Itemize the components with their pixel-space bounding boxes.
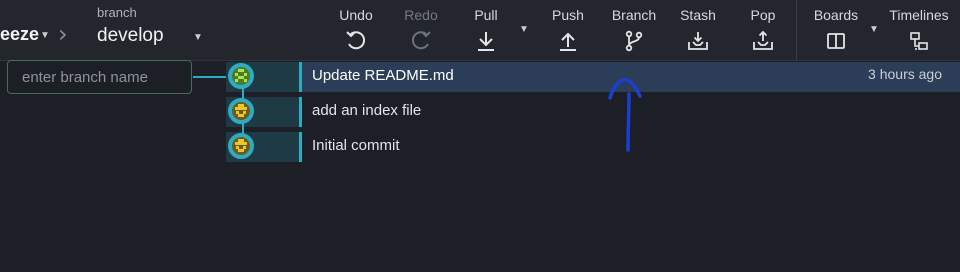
commit-message: Initial commit (312, 137, 400, 154)
boards-button[interactable]: Boards (808, 0, 864, 60)
timelines-label: Timelines (889, 7, 949, 23)
identicon-icon (235, 139, 247, 152)
current-branch[interactable]: develop (97, 25, 164, 47)
commit-time: 3 hours ago (868, 66, 942, 82)
stash-label: Stash (680, 7, 716, 23)
stash-button[interactable]: Stash (676, 0, 720, 60)
pull-icon (478, 32, 494, 51)
branch-icon (625, 30, 643, 52)
commit-avatar-icon[interactable] (228, 98, 254, 124)
redo-label: Redo (404, 7, 438, 23)
identicon-icon (235, 69, 247, 82)
timelines-icon (910, 32, 928, 50)
row-accent (299, 132, 302, 162)
breadcrumb-separator-icon: › (58, 20, 68, 48)
redo-button[interactable]: Redo (398, 0, 444, 60)
undo-button[interactable]: Undo (333, 0, 379, 60)
pop-button[interactable]: Pop (743, 0, 783, 60)
timelines-button[interactable]: Timelines (884, 0, 954, 60)
toolbar: eeze ▼ › branch develop ▼ Undo Redo Pull… (0, 0, 960, 61)
boards-options-chevron-down-icon[interactable]: ▼ (869, 24, 879, 35)
undo-icon (346, 31, 366, 50)
branch-name-input[interactable] (7, 60, 192, 94)
toolbar-divider (796, 0, 797, 60)
push-label: Push (552, 7, 584, 23)
branch-label: Branch (611, 7, 657, 23)
row-accent (299, 97, 302, 127)
commit-message: Update README.md (312, 67, 454, 84)
branch-button[interactable]: Branch (606, 0, 662, 60)
pull-label: Pull (474, 7, 498, 23)
branch-dropdown-icon[interactable]: ▼ (193, 32, 203, 43)
identicon-icon (235, 104, 247, 117)
row-accent (299, 62, 302, 92)
redo-icon (411, 31, 431, 50)
repo-name[interactable]: eeze (0, 24, 39, 45)
push-button[interactable]: Push (547, 0, 589, 60)
commit-avatar-icon[interactable] (228, 63, 254, 89)
branch-caption: branch (97, 5, 137, 20)
commit-graph (226, 62, 301, 162)
commit-message: add an index file (312, 102, 422, 119)
boards-label: Boards (813, 7, 859, 23)
pull-button[interactable]: Pull (465, 0, 507, 60)
undo-label: Undo (339, 7, 373, 23)
commit-avatar-icon[interactable] (228, 133, 254, 159)
pull-options-chevron-down-icon[interactable]: ▼ (519, 24, 529, 35)
boards-icon (827, 33, 845, 49)
annotation-arrow-icon (608, 77, 642, 152)
stash-icon (688, 32, 708, 50)
repo-dropdown-icon[interactable]: ▼ (40, 30, 50, 41)
pop-icon (753, 30, 773, 50)
push-icon (560, 32, 576, 51)
pop-label: Pop (750, 7, 776, 23)
